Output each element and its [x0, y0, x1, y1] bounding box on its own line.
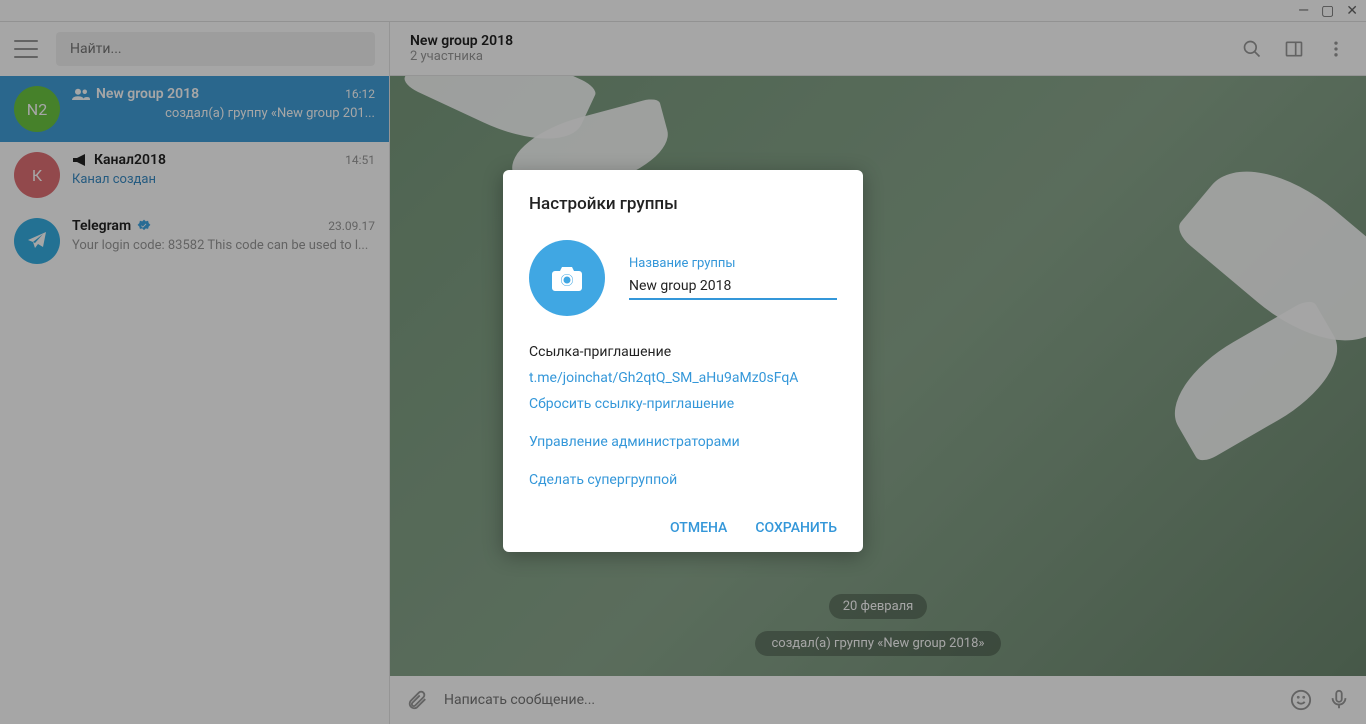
invite-section-title: Ссылка-приглашение: [529, 344, 837, 360]
invite-link[interactable]: t.me/joinchat/Gh2qtQ_SM_aHu9aMz0sFqA: [529, 370, 837, 386]
dialog-title: Настройки группы: [529, 194, 837, 214]
cancel-button[interactable]: ОТМЕНА: [670, 520, 727, 536]
make-supergroup-link[interactable]: Сделать супергруппой: [529, 472, 837, 488]
group-settings-dialog: Настройки группы Название группы Ссылка-…: [503, 170, 863, 552]
save-button[interactable]: СОХРАНИТЬ: [755, 520, 837, 536]
manage-admins-link[interactable]: Управление администраторами: [529, 434, 837, 450]
group-name-input[interactable]: [629, 274, 837, 300]
modal-overlay[interactable]: Настройки группы Название группы Ссылка-…: [0, 0, 1366, 724]
name-label: Название группы: [629, 256, 837, 271]
group-photo-button[interactable]: [529, 240, 605, 316]
camera-icon: [550, 263, 584, 293]
reset-invite-link[interactable]: Сбросить ссылку-приглашение: [529, 396, 837, 412]
